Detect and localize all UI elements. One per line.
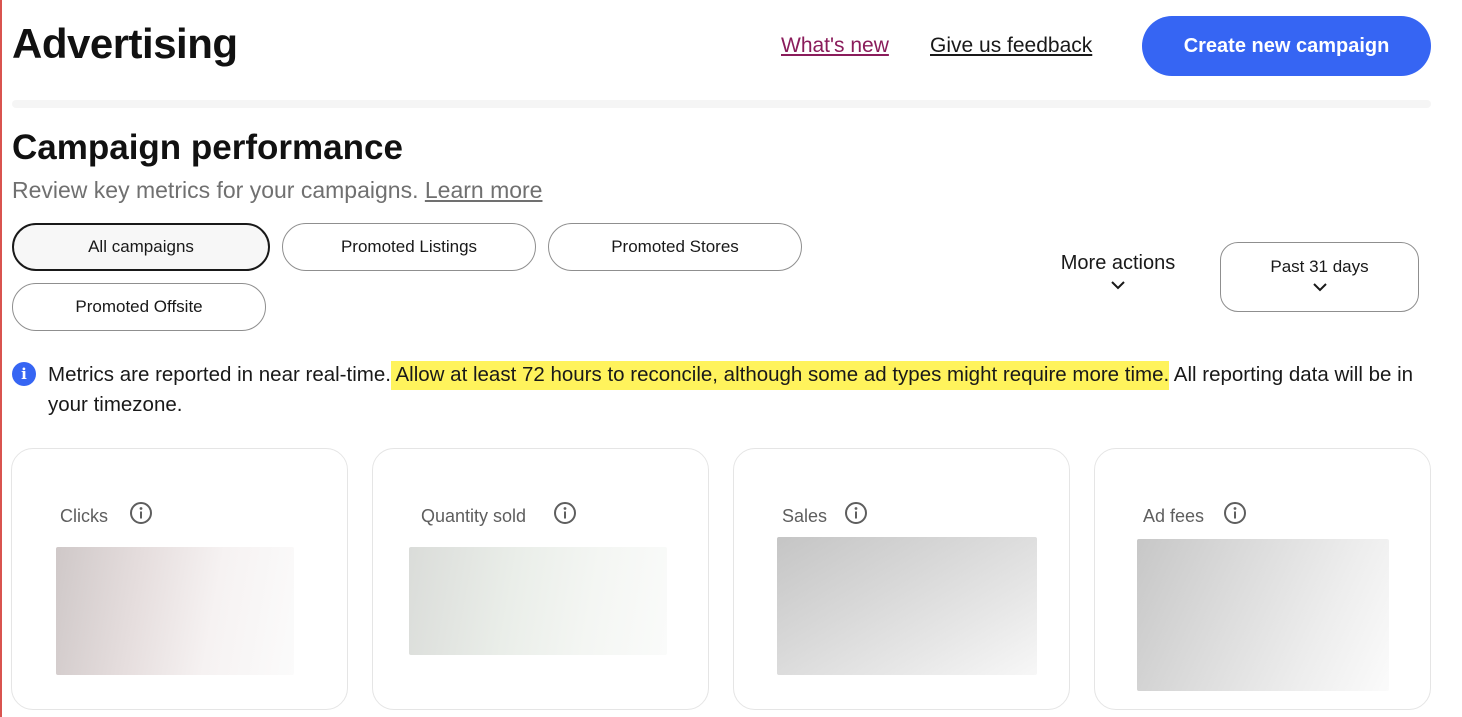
chevron-down-icon — [1312, 283, 1327, 292]
metric-label: Ad fees — [1143, 506, 1205, 526]
filter-chip-promoted-listings[interactable]: Promoted Listings — [282, 223, 536, 271]
section-subtitle: Review key metrics for your campaigns. L… — [12, 177, 542, 204]
whats-new-link[interactable]: What's new — [781, 34, 889, 58]
filter-chip-all-campaigns[interactable]: All campaigns — [12, 223, 270, 271]
notice-highlight: Allow at least 72 hours to reconcile, al… — [390, 361, 1170, 390]
date-range-dropdown[interactable]: Past 31 days — [1220, 242, 1419, 312]
redacted-value — [409, 547, 667, 655]
chevron-down-icon — [1111, 281, 1125, 290]
create-new-campaign-button[interactable]: Create new campaign — [1142, 16, 1431, 76]
notice-text: Metrics are reported in near real-time. … — [12, 360, 1432, 420]
learn-more-link[interactable]: Learn more — [425, 177, 543, 203]
advertising-page: Advertising What's new Give us feedback … — [0, 0, 1462, 717]
metrics-notice: i Metrics are reported in near real-time… — [12, 360, 1432, 420]
metric-card-quantity-sold: Quantity sold — [372, 448, 709, 710]
page-title: Advertising — [12, 20, 238, 67]
more-actions-menu[interactable]: More actions — [1040, 252, 1196, 290]
info-icon: i — [12, 362, 36, 386]
metric-card-clicks: Clicks — [11, 448, 348, 710]
redacted-value — [777, 537, 1037, 675]
give-feedback-link[interactable]: Give us feedback — [930, 34, 1092, 58]
info-icon[interactable] — [553, 501, 577, 525]
info-icon[interactable] — [1223, 501, 1247, 525]
section-subtitle-text: Review key metrics for your campaigns. — [12, 177, 419, 203]
metric-card-ad-fees: Ad fees — [1094, 448, 1431, 710]
filter-chip-promoted-offsite[interactable]: Promoted Offsite — [12, 283, 266, 331]
more-actions-label: More actions — [1060, 252, 1176, 274]
info-icon[interactable] — [129, 501, 153, 525]
info-icon[interactable] — [844, 501, 868, 525]
redacted-value — [56, 547, 294, 675]
filter-chip-promoted-stores[interactable]: Promoted Stores — [548, 223, 802, 271]
metric-label: Sales — [782, 506, 828, 526]
window-edge — [0, 0, 2, 717]
date-range-label: Past 31 days — [1270, 257, 1369, 276]
metric-label: Quantity sold — [421, 506, 527, 526]
metric-label: Clicks — [60, 506, 108, 526]
metric-card-sales: Sales — [733, 448, 1070, 710]
redacted-value — [1137, 539, 1389, 691]
header-divider — [12, 100, 1431, 108]
notice-text-before: Metrics are reported in near real-time. — [48, 363, 391, 386]
section-title: Campaign performance — [12, 128, 403, 167]
